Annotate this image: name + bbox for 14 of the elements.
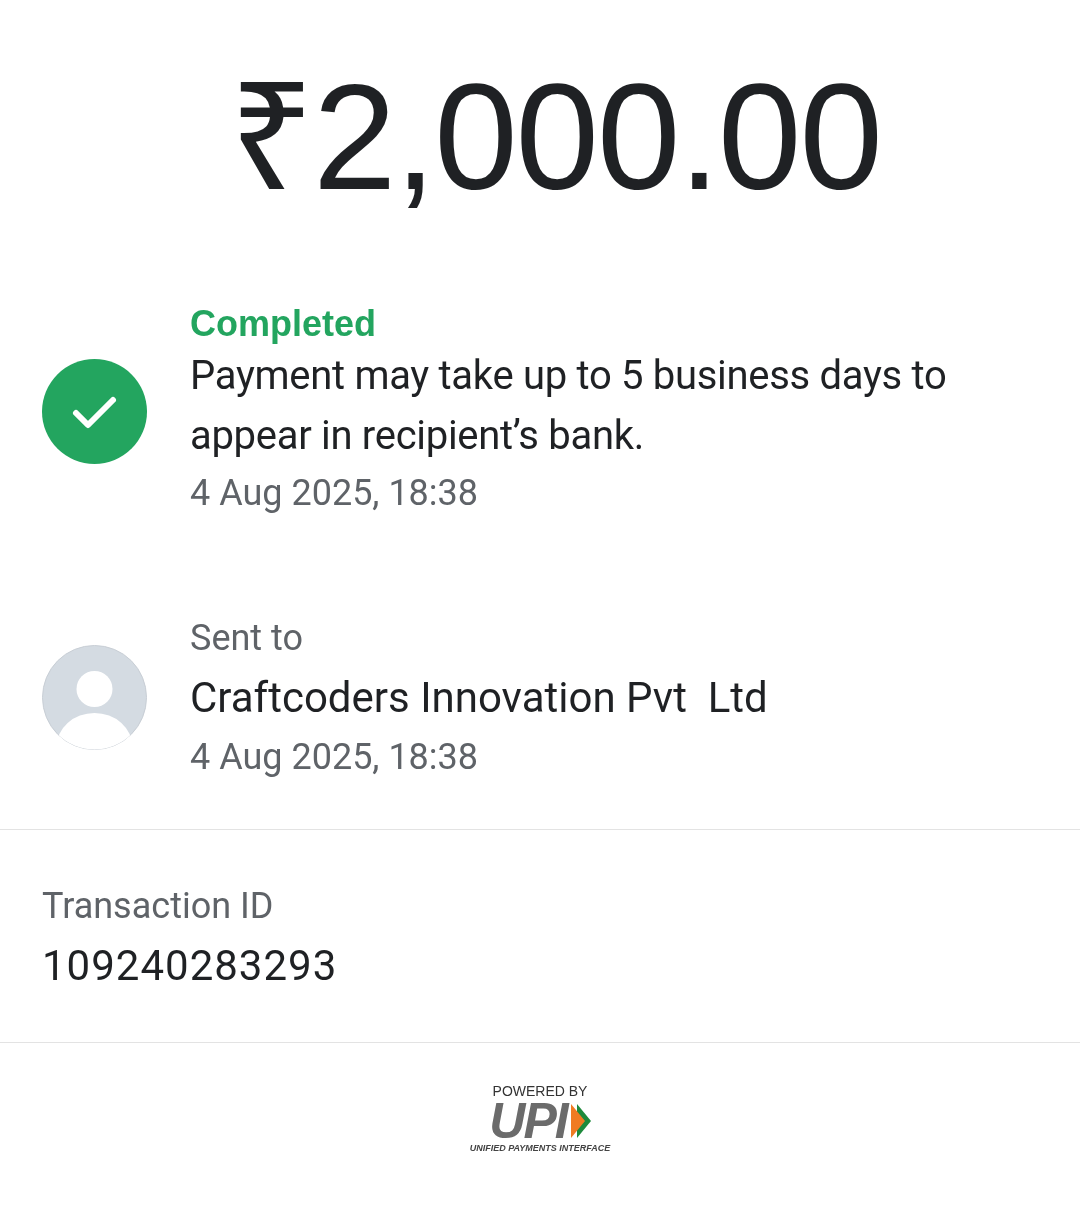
amount: ₹2,000.00 — [228, 52, 882, 222]
recipient-time: 4 Aug 2025, 18:38 — [190, 735, 480, 780]
transaction-id-label: Transaction ID — [42, 884, 275, 929]
recipient-name: Craftcoders Innovation Pvt Ltd — [190, 672, 768, 724]
upi-logo-text: UPI — [489, 1099, 567, 1143]
upi-tagline: UNIFIED PAYMENTS INTERFACE — [469, 1143, 611, 1153]
sent-to-label: Sent to — [190, 616, 304, 661]
status-label: Completed — [190, 302, 377, 346]
status-time: 4 Aug 2025, 18:38 — [190, 471, 480, 516]
avatar-icon — [42, 644, 147, 750]
arrow-logo-icon — [568, 1102, 591, 1140]
status-message: Payment may take up to 5 business days to appear in recipient’s bank. — [190, 351, 948, 461]
powered-by-text: POWERED BY — [492, 1083, 588, 1099]
transaction-id: 109240283293 — [42, 940, 339, 992]
